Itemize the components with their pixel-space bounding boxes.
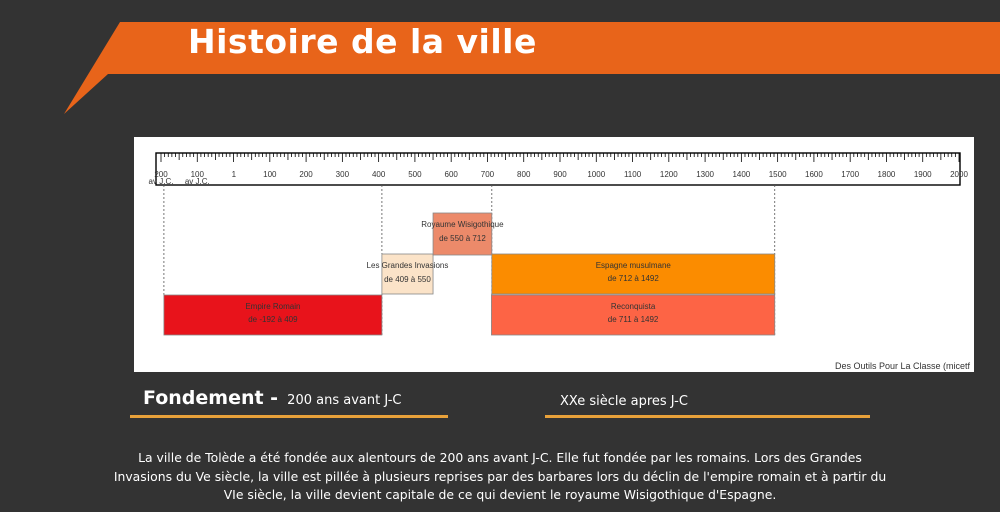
timeline-svg: 200av J.C.100av J.C.1 100 200 300 400 500 600 7… xyxy=(149,152,968,336)
timeline-credit: Des Outils Pour La Classe (micetf xyxy=(834,361,970,371)
ruler-frame xyxy=(155,152,961,186)
tick-label: 1200 xyxy=(660,170,678,179)
period-name: Royaume Wisigothique xyxy=(421,220,504,229)
tick-label: 300 xyxy=(336,170,350,179)
timeline-chart: 200 av J.C. 100 av J.C. 1 100 200 300 400 500 600 7… xyxy=(134,137,974,372)
tick-label: 700 xyxy=(481,170,495,179)
tick-label: 900 xyxy=(553,170,567,179)
title-banner: Histoire de la ville xyxy=(0,0,1000,120)
period-name: Les Grandes Invasions xyxy=(367,261,449,270)
period-bar xyxy=(381,253,434,295)
tick-label: 2000 xyxy=(950,170,968,179)
section-founding: Fondement - 200 ans avant J-C xyxy=(143,387,401,409)
tick-label: 100 xyxy=(263,170,277,179)
section-founding-underline xyxy=(130,415,448,418)
tick-label: 500 xyxy=(408,170,422,179)
history-paragraph: La ville de Tolède a été fondée aux alen… xyxy=(113,450,887,502)
tick-label: 200 xyxy=(299,170,313,179)
period-range: de 712 à 1492 xyxy=(608,274,660,283)
section-modern: XXe siècle apres J-C xyxy=(560,394,688,409)
tick-label: 1500 xyxy=(769,170,787,179)
section-modern-underline xyxy=(545,415,870,418)
tick-label: 1100 xyxy=(624,170,642,179)
page-title: Histoire de la ville xyxy=(188,22,537,61)
tick-label: 400 xyxy=(372,170,386,179)
tick-label: 600 xyxy=(445,170,459,179)
section-founding-heading: Fondement - xyxy=(143,387,279,409)
tick-label: 800 xyxy=(517,170,531,179)
tick-label: 1000 xyxy=(587,170,605,179)
period-range: de 550 à 712 xyxy=(439,234,486,243)
tick-label: 1 xyxy=(232,170,237,179)
period-range: de 409 à 550 xyxy=(384,275,431,284)
period-name: Reconquista xyxy=(611,302,656,311)
section-founding-subtitle: 200 ans avant J-C xyxy=(287,393,402,408)
tick-label: 1800 xyxy=(878,170,896,179)
period-name: Empire Romain xyxy=(245,302,300,311)
tick-label-era: av J.C. xyxy=(149,177,174,186)
tick-label: 1300 xyxy=(696,170,714,179)
period-name: Espagne musulmane xyxy=(596,261,672,270)
period-range: de 711 à 1492 xyxy=(608,315,659,324)
tick-label: 1900 xyxy=(914,170,932,179)
tick-label: 1600 xyxy=(805,170,823,179)
period-range: de -192 à 409 xyxy=(248,315,298,324)
tick-label-era: av J.C. xyxy=(185,177,210,186)
tick-label: 1700 xyxy=(841,170,859,179)
tick-label: 1400 xyxy=(732,170,750,179)
